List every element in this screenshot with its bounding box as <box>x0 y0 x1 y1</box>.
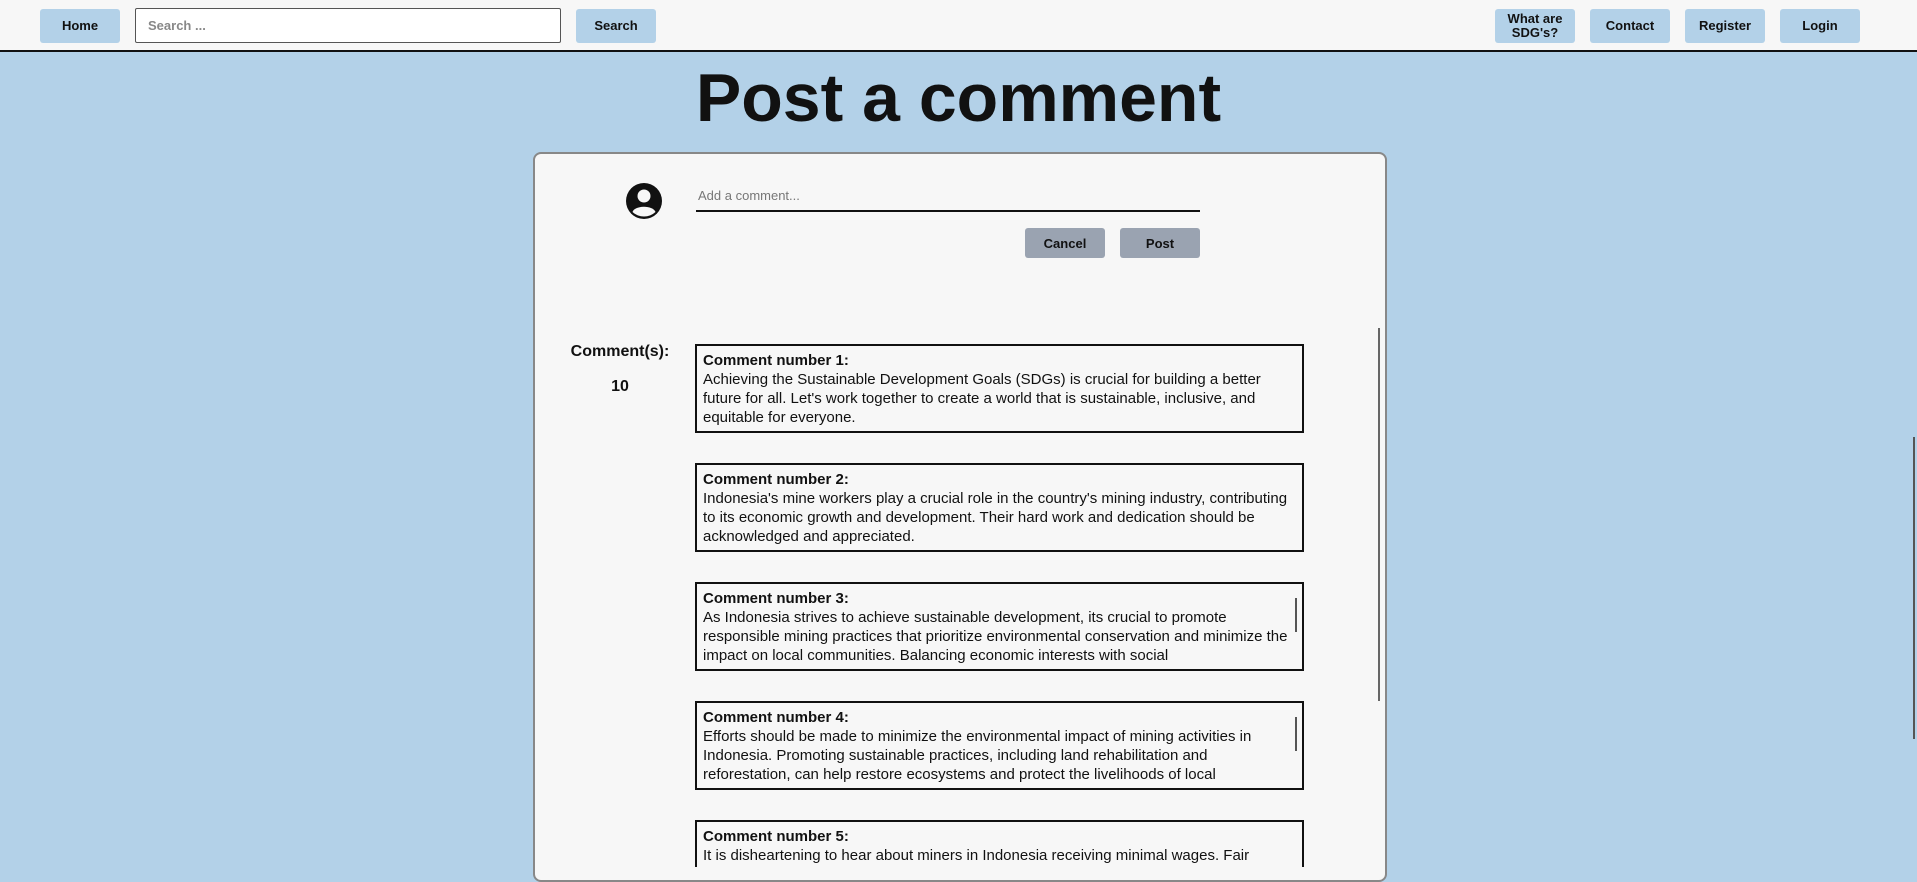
comment-scrollbar[interactable] <box>1295 717 1297 751</box>
comment-input[interactable]: Add a comment... <box>696 183 1200 212</box>
search-input[interactable]: Search ... <box>135 8 561 43</box>
comment-item[interactable]: Comment number 3: As Indonesia strives t… <box>695 582 1304 671</box>
comment-heading: Comment number 1: <box>703 352 849 369</box>
comment-count-value: 10 <box>611 378 629 395</box>
comment-item: Comment number 2: Indonesia's mine worke… <box>695 463 1304 552</box>
post-button[interactable]: Post <box>1120 228 1200 258</box>
search-button[interactable]: Search <box>576 9 656 43</box>
comments-list[interactable]: Comment number 1: Achieving the Sustaina… <box>695 344 1305 867</box>
comment-heading: Comment number 2: <box>703 471 849 488</box>
comment-item: Comment number 5: It is disheartening to… <box>695 820 1304 867</box>
home-button[interactable]: Home <box>40 9 120 43</box>
comment-count-label: Comment(s): <box>570 343 670 360</box>
page-scrollbar[interactable] <box>1913 437 1915 739</box>
comment-heading: Comment number 5: <box>703 828 849 845</box>
cancel-button[interactable]: Cancel <box>1025 228 1105 258</box>
comment-text: Indonesia's mine workers play a crucial … <box>703 490 1288 545</box>
what-are-sdgs-button[interactable]: What are SDG's? <box>1495 9 1575 43</box>
comment-scrollbar[interactable] <box>1295 598 1297 632</box>
comment-item[interactable]: Comment number 4: Efforts should be made… <box>695 701 1304 790</box>
comment-item: Comment number 1: Achieving the Sustaina… <box>695 344 1304 433</box>
login-button[interactable]: Login <box>1780 9 1860 43</box>
register-button[interactable]: Register <box>1685 9 1765 43</box>
top-nav-bar: Home Search ... Search What are SDG's? C… <box>0 0 1917 52</box>
comment-text: As Indonesia strives to achieve sustaina… <box>703 609 1288 664</box>
page-title: Post a comment <box>695 60 1222 136</box>
user-circle-icon <box>626 183 662 219</box>
comment-text: Efforts should be made to minimize the e… <box>703 728 1252 783</box>
comment-text: It is disheartening to hear about miners… <box>703 847 1250 864</box>
comment-heading: Comment number 4: <box>703 709 849 726</box>
card-scrollbar[interactable] <box>1378 328 1380 701</box>
contact-button[interactable]: Contact <box>1590 9 1670 43</box>
comment-text: Achieving the Sustainable Development Go… <box>703 371 1261 426</box>
comment-heading: Comment number 3: <box>703 590 849 607</box>
